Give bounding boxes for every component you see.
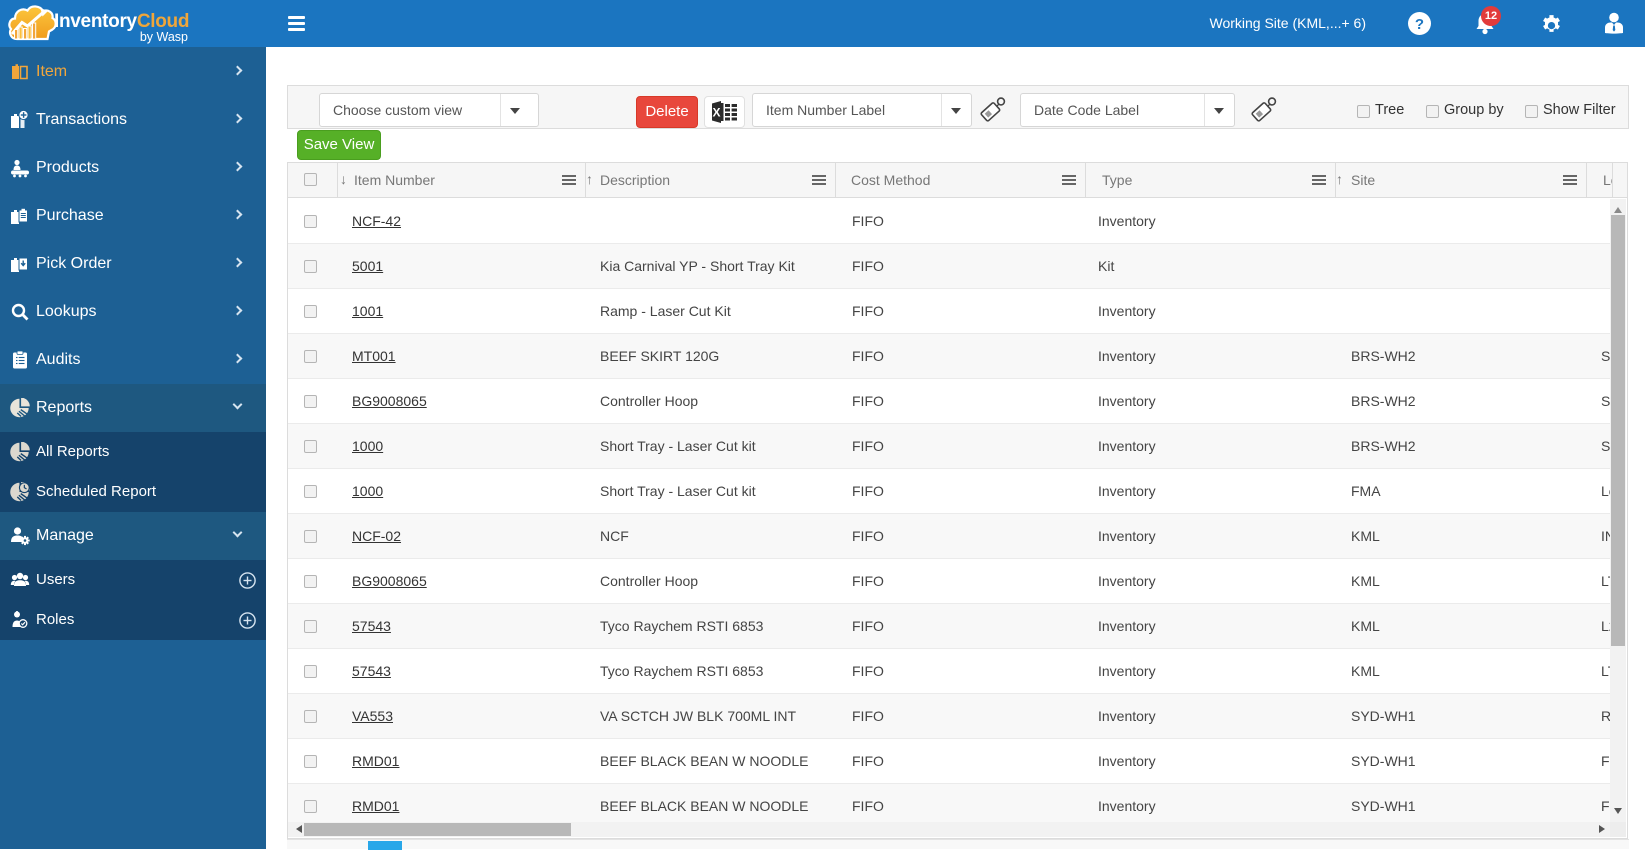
- svg-text:?: ?: [1415, 16, 1424, 33]
- svg-text:X: X: [712, 106, 720, 120]
